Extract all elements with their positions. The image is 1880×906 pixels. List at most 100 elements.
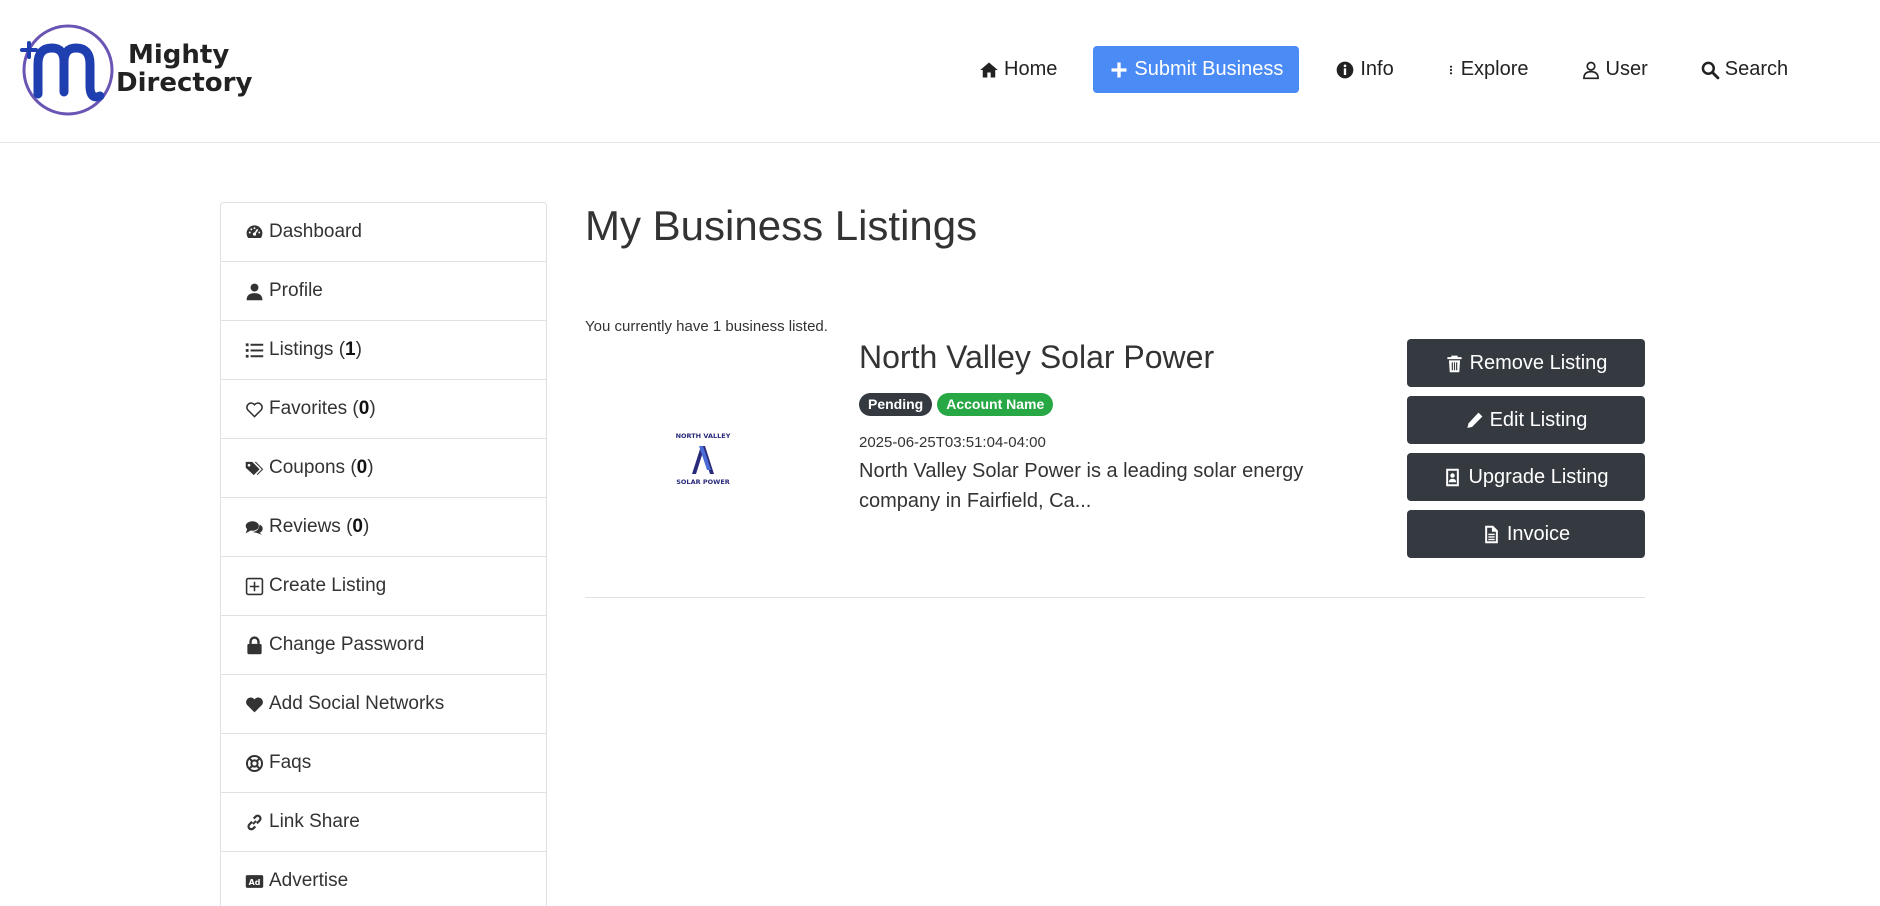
nav-submit-label: Submit Business — [1134, 58, 1284, 80]
nav-info[interactable]: Info — [1335, 46, 1394, 93]
list-icon — [245, 342, 264, 358]
edit-listing-button[interactable]: Edit Listing — [1407, 396, 1645, 444]
file-text-icon — [1484, 525, 1498, 543]
nav-search-label: Search — [1724, 58, 1789, 80]
listing-divider — [585, 597, 1645, 598]
sidebar-item-label: Faqs — [269, 752, 312, 773]
invoice-button[interactable]: Invoice — [1407, 510, 1645, 558]
dashboard-sidebar: Dashboard Profile Listings (1) Favorites… — [220, 202, 547, 906]
sidebar-item-label: Favorites (0) — [269, 398, 376, 420]
logo-text: Mighty Directory — [116, 41, 252, 97]
reviews-label-text: Reviews ( — [269, 516, 353, 537]
plus-square-icon — [245, 577, 264, 595]
sidebar-item-advertise[interactable]: Ad Advertise — [221, 852, 546, 906]
sidebar-item-label: Create Listing — [269, 575, 387, 596]
favorites-label-suffix: ) — [369, 398, 376, 419]
sidebar-item-label: Dashboard — [269, 221, 362, 242]
sidebar-item-profile[interactable]: Profile — [221, 262, 546, 321]
listing-description: North Valley Solar Power is a leading so… — [859, 460, 1304, 512]
sidebar-item-coupons[interactable]: Coupons (0) — [221, 439, 546, 498]
site-logo[interactable]: Mighty Directory — [18, 20, 252, 118]
tachometer-icon — [246, 224, 263, 238]
sidebar-item-label: Add Social Networks — [269, 693, 445, 714]
plus-icon — [1111, 62, 1127, 77]
tags-icon — [245, 461, 264, 475]
sidebar-item-link-share[interactable]: Link Share — [221, 793, 546, 852]
heart-icon — [246, 696, 263, 712]
reviews-label-suffix: ) — [362, 516, 370, 537]
ad-icon: Ad — [245, 874, 264, 888]
listing-logo-line-2: SOLAR POWER — [676, 478, 730, 486]
coupons-count: 0 — [356, 457, 368, 478]
nav-info-label: Info — [1360, 58, 1394, 80]
sidebar-item-label: Advertise — [269, 870, 349, 891]
listing-logo-line-1: NORTH VALLEY — [676, 432, 731, 440]
listing-actions: Remove Listing Edit Listing Upgrade List… — [1407, 339, 1645, 558]
home-icon — [980, 62, 998, 77]
main-nav: Home Submit Business Info Explore User S… — [975, 46, 1788, 93]
page-title: My Business Listings — [585, 202, 978, 249]
comments-icon — [245, 520, 263, 535]
sidebar-item-listings[interactable]: Listings (1) — [221, 321, 546, 380]
sidebar-item-faqs[interactable]: Faqs — [221, 734, 546, 793]
reviews-count: 0 — [352, 516, 363, 537]
user-icon — [246, 283, 263, 300]
nav-explore-label: Explore — [1460, 58, 1529, 80]
coupons-label-suffix: ) — [367, 457, 374, 478]
ellipsis-vertical-icon — [1449, 65, 1452, 74]
listings-label-text: Listings ( — [269, 339, 346, 360]
nav-explore[interactable]: Explore — [1446, 46, 1529, 93]
trash-icon — [1446, 355, 1462, 372]
life-ring-icon — [245, 754, 264, 772]
listings-count: 1 — [345, 339, 356, 360]
coupons-label-text: Coupons ( — [269, 457, 357, 478]
logo-line-2: Directory — [116, 68, 253, 98]
nav-home-label: Home — [1004, 58, 1058, 80]
search-icon — [1701, 61, 1720, 79]
sidebar-item-label: Profile — [269, 280, 323, 301]
nav-search[interactable]: Search — [1700, 46, 1788, 93]
lock-icon — [247, 635, 262, 654]
nav-user[interactable]: User — [1581, 46, 1648, 93]
listing-logo[interactable]: NORTH VALLEY SOLAR POWER — [672, 432, 734, 486]
sidebar-item-change-password[interactable]: Change Password — [221, 616, 546, 675]
edit-listing-label: Edit Listing — [1489, 408, 1588, 431]
listing-title[interactable]: North Valley Solar Power — [859, 339, 1214, 376]
sidebar-item-favorites[interactable]: Favorites (0) — [221, 380, 546, 439]
nav-submit-business[interactable]: Submit Business — [1093, 46, 1300, 93]
id-badge-icon — [1446, 468, 1460, 486]
sidebar-item-reviews[interactable]: Reviews (0) — [221, 498, 546, 557]
favorites-count: 0 — [358, 398, 370, 419]
nav-user-label: User — [1605, 58, 1648, 80]
link-icon — [247, 814, 262, 830]
sidebar-item-label: Link Share — [269, 811, 360, 832]
logo-line-1: Mighty — [128, 40, 230, 70]
site-header: Mighty Directory Home Submit Business In… — [0, 0, 1880, 143]
sidebar-item-create-listing[interactable]: Create Listing — [221, 557, 546, 616]
listing-badges: Pending Account Name — [859, 393, 1054, 416]
sidebar-item-label: Reviews (0) — [269, 516, 369, 538]
pencil-icon — [1466, 412, 1482, 428]
nav-home[interactable]: Home — [979, 46, 1057, 93]
listing-date: 2025-06-25T03:51:04-04:00 — [859, 434, 1046, 451]
status-badge-pending: Pending — [859, 393, 933, 416]
sidebar-item-add-social-networks[interactable]: Add Social Networks — [221, 675, 546, 734]
user-outline-icon — [1582, 61, 1599, 79]
mighty-directory-logo-icon — [20, 24, 114, 116]
invoice-label: Invoice — [1506, 522, 1571, 545]
remove-listing-button[interactable]: Remove Listing — [1407, 339, 1645, 387]
sidebar-item-dashboard[interactable]: Dashboard — [221, 203, 546, 262]
svg-text:Ad: Ad — [249, 878, 261, 887]
listing-count-text: You currently have 1 business listed. — [585, 318, 828, 335]
account-name-badge: Account Name — [937, 393, 1054, 416]
heart-outline-icon — [246, 401, 263, 418]
listings-label-suffix: ) — [355, 339, 362, 360]
upgrade-listing-label: Upgrade Listing — [1468, 465, 1609, 488]
north-valley-logo-icon: NORTH VALLEY SOLAR POWER — [676, 432, 731, 486]
sidebar-item-label: Listings (1) — [269, 339, 362, 361]
upgrade-listing-button[interactable]: Upgrade Listing — [1407, 453, 1645, 501]
sidebar-item-label: Change Password — [269, 634, 425, 655]
favorites-label-text: Favorites ( — [269, 398, 359, 419]
info-circle-icon — [1336, 61, 1354, 78]
sidebar-item-label: Coupons (0) — [269, 457, 374, 479]
